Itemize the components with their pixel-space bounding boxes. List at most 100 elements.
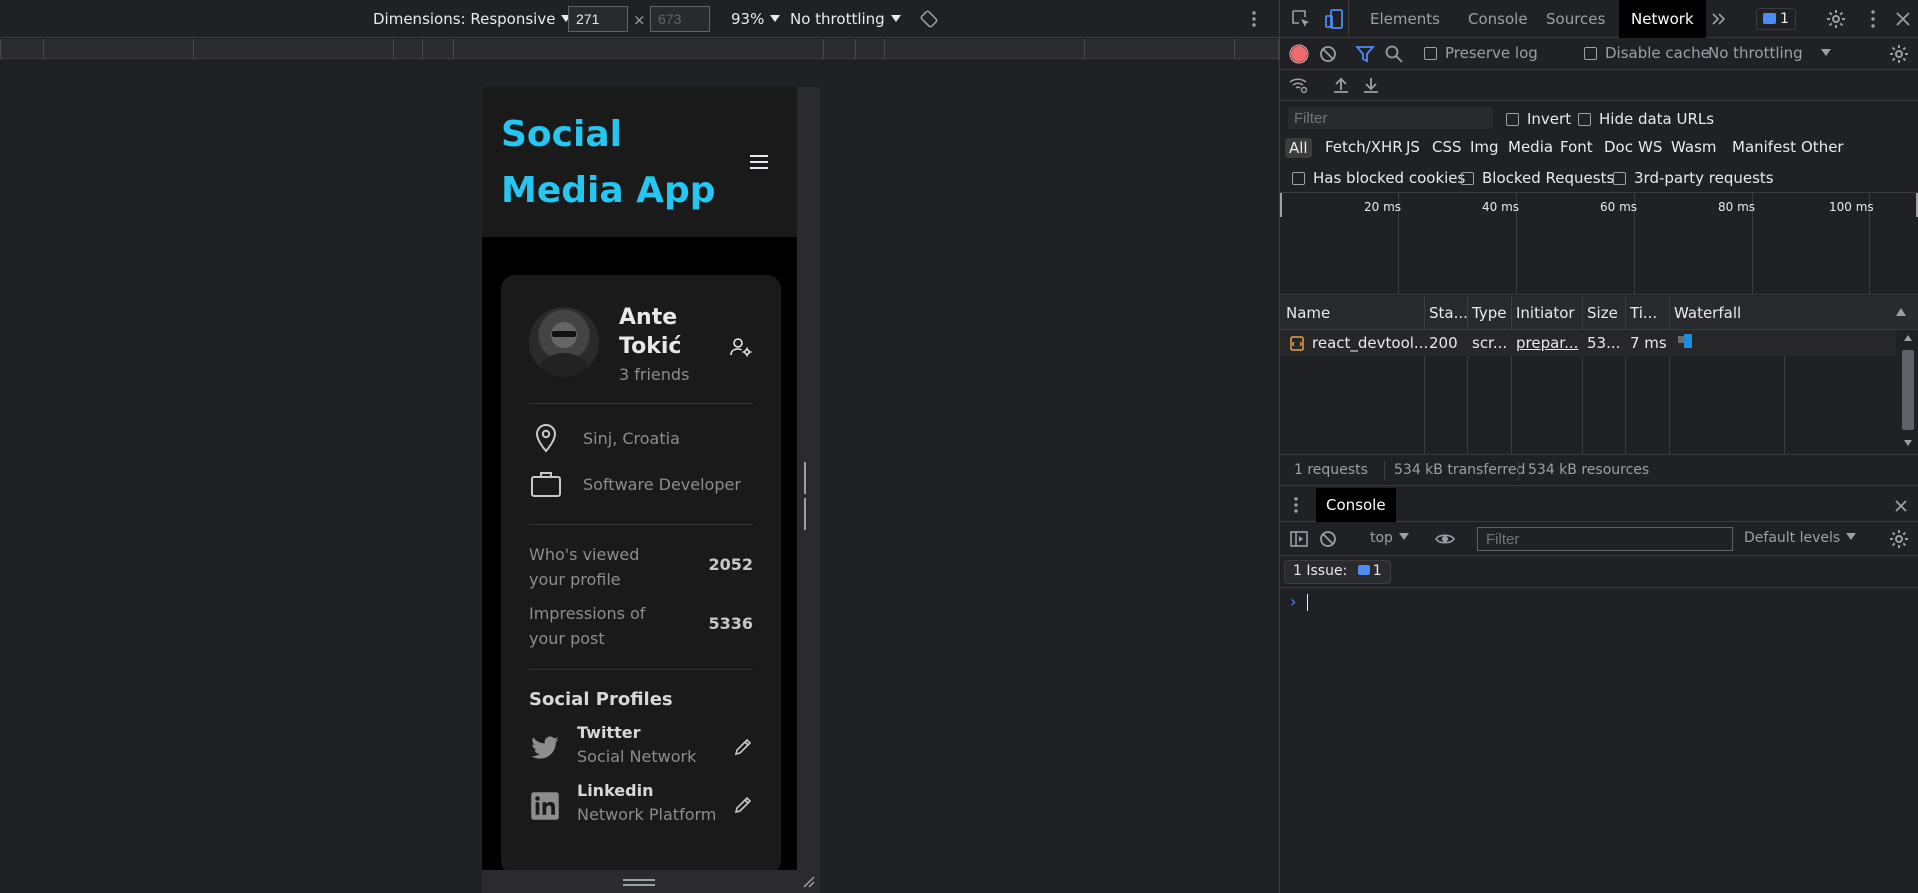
request-name[interactable]: react_devtool...	[1312, 334, 1428, 352]
network-toolbar: Preserve log Disable cache No throttling	[1280, 38, 1918, 70]
scrollbar-thumb[interactable]	[1902, 350, 1914, 430]
scroll-down-icon[interactable]	[1904, 440, 1912, 446]
network-overview-timeline[interactable]: 20 ms 40 ms 60 ms 80 ms 100 ms	[1280, 193, 1918, 295]
console-sidebar-icon[interactable]	[1288, 528, 1310, 550]
column-initiator[interactable]: Initiator	[1516, 304, 1575, 322]
settings-gear-icon[interactable]	[1825, 8, 1847, 30]
waterfall-download-bar[interactable]	[1684, 334, 1692, 348]
third-party-requests-checkbox[interactable]: 3rd-party requests	[1613, 169, 1774, 187]
tab-console[interactable]: Console	[1458, 0, 1538, 38]
type-filter-doc[interactable]: Doc	[1604, 138, 1633, 156]
request-initiator[interactable]: prepar...	[1516, 334, 1578, 352]
close-devtools-icon[interactable]	[1892, 8, 1914, 30]
requests-scrollbar[interactable]	[1898, 330, 1918, 452]
column-status[interactable]: Sta...	[1429, 304, 1468, 322]
type-filter-manifest[interactable]: Manifest	[1732, 138, 1796, 156]
type-filter-media[interactable]: Media	[1508, 138, 1553, 156]
hide-data-urls-checkbox[interactable]: Hide data URLs	[1578, 110, 1714, 128]
record-icon[interactable]	[1288, 43, 1310, 65]
network-filter-input[interactable]	[1288, 107, 1493, 129]
manage-user-icon[interactable]	[729, 335, 753, 359]
filter-icon[interactable]	[1354, 43, 1376, 65]
tab-network[interactable]: Network	[1619, 0, 1706, 38]
type-filter-ws[interactable]: WS	[1638, 138, 1662, 156]
zoom-dropdown[interactable]: 93%	[731, 10, 781, 28]
more-options-icon[interactable]	[1862, 8, 1884, 30]
console-input-cursor[interactable]	[1307, 594, 1308, 611]
network-conditions-icon[interactable]	[1288, 74, 1310, 96]
pencil-icon[interactable]	[733, 795, 753, 815]
column-name[interactable]: Name	[1286, 304, 1330, 322]
column-type[interactable]: Type	[1472, 304, 1506, 322]
sort-ascending-icon[interactable]	[1896, 308, 1906, 316]
context-selector[interactable]: top	[1370, 530, 1409, 546]
menu-hamburger-icon[interactable]	[750, 155, 768, 169]
issues-link[interactable]: 1 Issue: 1	[1284, 560, 1391, 584]
invert-checkbox[interactable]: Invert	[1506, 110, 1571, 128]
type-filter-other[interactable]: Other	[1801, 138, 1844, 156]
console-filter-input[interactable]	[1477, 527, 1733, 551]
device-viewport: Social Media App Ante Tokić 3 friends Si…	[482, 87, 797, 870]
caret-down-icon	[1846, 533, 1857, 540]
social-name[interactable]: Linkedin	[577, 781, 653, 800]
timeline-tick-label: 20 ms	[1364, 200, 1402, 214]
rotate-icon[interactable]	[920, 10, 938, 28]
column-time[interactable]: Ti...	[1630, 304, 1657, 322]
clear-console-icon[interactable]	[1317, 528, 1339, 550]
more-tabs-chevron-icon[interactable]	[1708, 8, 1730, 30]
profile-name[interactable]: Ante Tokić	[619, 303, 719, 361]
device-emulation-area: Dimensions: Responsive × 93% No throttli…	[0, 0, 1279, 893]
timeline-tick-label: 100 ms	[1829, 200, 1874, 214]
disable-cache-checkbox[interactable]: Disable cache	[1584, 44, 1710, 62]
type-filter-font[interactable]: Font	[1560, 138, 1593, 156]
has-blocked-cookies-checkbox[interactable]: Has blocked cookies	[1292, 169, 1465, 187]
width-input[interactable]	[568, 6, 628, 32]
type-filter-js[interactable]: JS	[1406, 138, 1420, 156]
table-row[interactable]: react_devtool... 200 scr... prepar... 53…	[1280, 330, 1896, 356]
height-input[interactable]	[650, 6, 710, 32]
device-toggle-icon[interactable]	[1324, 8, 1346, 30]
export-har-icon[interactable]	[1360, 74, 1382, 96]
drawer-menu-icon[interactable]	[1294, 497, 1298, 513]
media-query-bar[interactable]	[0, 39, 1279, 59]
issues-badge[interactable]: 1	[1756, 8, 1796, 30]
tab-elements[interactable]: Elements	[1348, 0, 1450, 38]
app-title[interactable]: Social Media App	[501, 107, 741, 219]
network-throttling-dropdown[interactable]: No throttling	[1708, 44, 1831, 62]
network-settings-gear-icon[interactable]	[1888, 43, 1910, 65]
drawer-tabbar: Console	[1280, 488, 1918, 522]
throttling-dropdown[interactable]: No throttling	[790, 10, 901, 28]
type-filter-wasm[interactable]: Wasm	[1671, 138, 1717, 156]
drawer-tab-console[interactable]: Console	[1316, 488, 1396, 522]
close-drawer-icon[interactable]	[1894, 499, 1908, 513]
log-levels-dropdown[interactable]: Default levels	[1744, 530, 1857, 546]
more-options-icon[interactable]	[1252, 11, 1256, 27]
network-summary-bar: 1 requests 534 kB transferred 534 kB res…	[1280, 454, 1918, 486]
social-name[interactable]: Twitter	[577, 723, 640, 742]
column-size[interactable]: Size	[1587, 304, 1618, 322]
type-filter-img[interactable]: Img	[1470, 138, 1499, 156]
request-time: 7 ms	[1630, 334, 1667, 352]
column-waterfall[interactable]: Waterfall	[1674, 304, 1741, 322]
type-filter-fetch-xhr[interactable]: Fetch/XHR	[1325, 138, 1403, 156]
resize-handle-side-icon[interactable]	[804, 462, 812, 530]
dimensions-dropdown[interactable]: Dimensions: Responsive	[373, 10, 572, 28]
import-har-icon[interactable]	[1330, 74, 1352, 96]
type-filter-css[interactable]: CSS	[1432, 138, 1462, 156]
resize-corner-icon[interactable]	[800, 873, 816, 889]
tab-sources[interactable]: Sources	[1536, 0, 1615, 38]
profile-card: Ante Tokić 3 friends Sinj, Croatia Softw…	[501, 275, 781, 870]
live-expression-eye-icon[interactable]	[1434, 528, 1456, 550]
preserve-log-checkbox[interactable]: Preserve log	[1424, 44, 1538, 62]
type-filter-all[interactable]: All	[1285, 138, 1312, 158]
inspect-element-icon[interactable]	[1290, 8, 1312, 30]
blocked-requests-checkbox[interactable]: Blocked Requests	[1461, 169, 1614, 187]
clear-icon[interactable]	[1317, 43, 1339, 65]
pencil-icon[interactable]	[733, 737, 753, 757]
scroll-up-icon[interactable]	[1904, 335, 1912, 341]
avatar[interactable]	[529, 307, 599, 377]
search-icon[interactable]	[1383, 43, 1405, 65]
console-settings-gear-icon[interactable]	[1888, 528, 1910, 550]
social-item-twitter: Twitter Social Network	[529, 723, 753, 773]
resize-handle-bottom-icon[interactable]	[623, 879, 655, 887]
